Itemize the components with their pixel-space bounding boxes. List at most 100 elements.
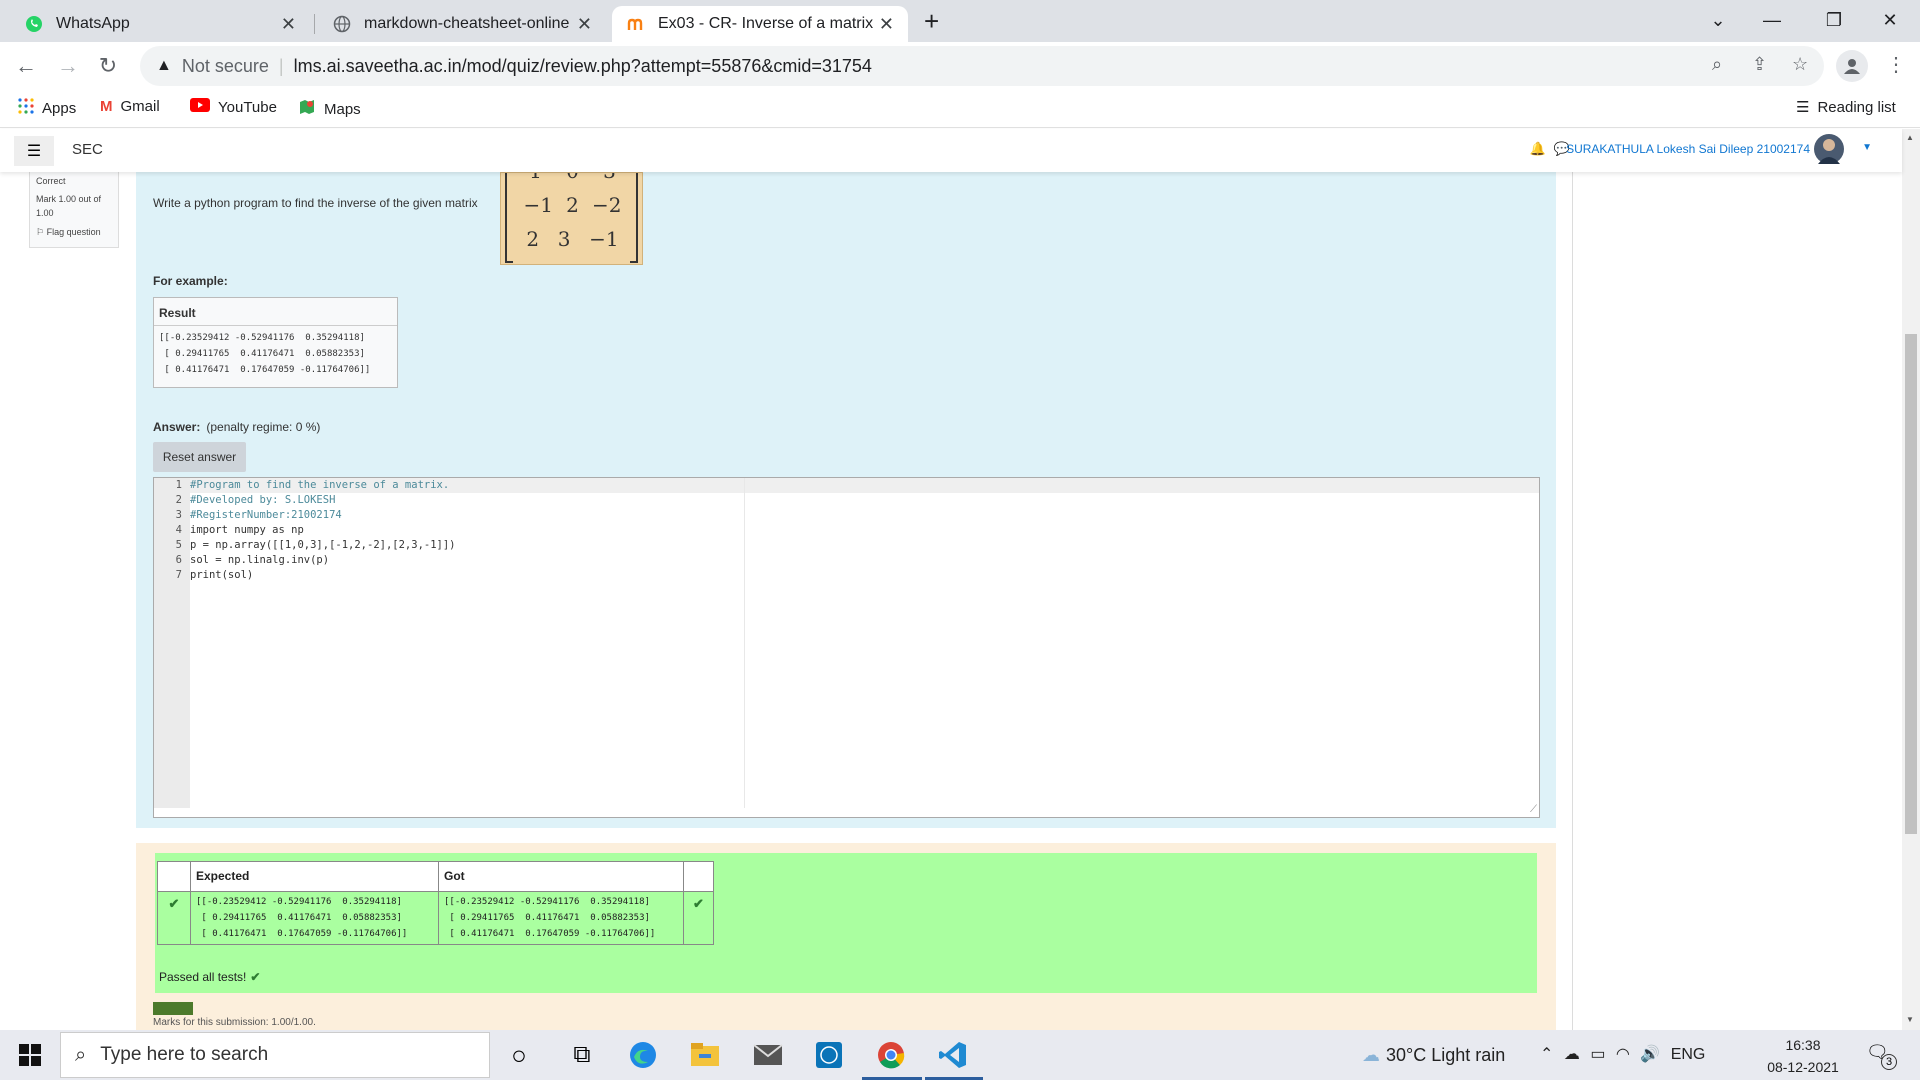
browser-tab-strip: WhatsApp ✕ markdown-cheatsheet-online ✕ … bbox=[0, 0, 1920, 42]
youtube-icon bbox=[190, 98, 210, 116]
file-explorer-icon[interactable] bbox=[688, 1038, 722, 1072]
print-margin bbox=[744, 478, 745, 808]
resize-handle-icon[interactable]: ⟋ bbox=[1530, 804, 1537, 815]
task-view-icon[interactable]: ⧉ bbox=[565, 1038, 599, 1072]
battery-icon[interactable]: ▭ bbox=[1590, 1046, 1605, 1063]
passed-text: Passed all tests! bbox=[159, 970, 247, 984]
address-bar[interactable]: ▲ Not secure | lms.ai.saveetha.ac.in/mod… bbox=[140, 46, 1824, 86]
site-name[interactable]: SEC bbox=[72, 141, 103, 158]
clock-date: 08-12-2021 bbox=[1767, 1059, 1839, 1075]
back-button[interactable]: ← bbox=[10, 50, 42, 82]
tab-quiz-active[interactable]: Ex03 - CR- Inverse of a matrix: At ✕ bbox=[612, 6, 908, 42]
answer-title: Answer: bbox=[153, 420, 201, 434]
code-line: #Program to find the inverse of a matrix… bbox=[190, 479, 450, 491]
edge-icon[interactable] bbox=[626, 1038, 660, 1072]
code-line: import numpy as np bbox=[190, 524, 304, 536]
tab-markdown[interactable]: markdown-cheatsheet-online ✕ bbox=[318, 6, 606, 42]
flag-question-link[interactable]: ⚐ Flag question bbox=[36, 225, 112, 239]
hamburger-menu-icon[interactable]: ☰ bbox=[14, 136, 54, 166]
matrix-cell: 0 bbox=[566, 173, 579, 183]
minimize-button[interactable]: — bbox=[1744, 0, 1800, 40]
search-icon: ⌕ bbox=[75, 1043, 87, 1066]
matrix-cell: 3 bbox=[557, 227, 571, 251]
code-editor[interactable]: 1 2 3 4 5 6 7 #Program to find the inver… bbox=[153, 477, 1540, 818]
page-content: Correct Mark 1.00 out of 1.00 ⚐ Flag que… bbox=[0, 172, 1902, 1030]
result-output: [[-0.23529412 -0.52941176 0.35294118] [ … bbox=[159, 333, 371, 375]
window-close-button[interactable]: ✕ bbox=[1862, 0, 1918, 40]
url-text: lms.ai.saveetha.ac.in/mod/quiz/review.ph… bbox=[293, 55, 872, 76]
wifi-icon[interactable]: ◠ bbox=[1616, 1046, 1630, 1063]
question-status: Correct bbox=[36, 176, 66, 186]
bookmarks-bar: Apps M Gmail YouTube Maps ☰ Reading list bbox=[0, 90, 1920, 128]
language-indicator[interactable]: ENG bbox=[1671, 1046, 1706, 1063]
restore-button[interactable]: ❐ bbox=[1806, 0, 1862, 40]
tab-whatsapp[interactable]: WhatsApp ✕ bbox=[10, 6, 310, 42]
line-number: 5 bbox=[175, 539, 182, 551]
reading-list-button[interactable]: ☰ Reading list bbox=[1796, 98, 1896, 117]
bookmark-apps[interactable]: Apps bbox=[18, 98, 76, 118]
matrix-cell: 2 bbox=[566, 193, 579, 217]
mail-icon[interactable] bbox=[751, 1038, 785, 1072]
scrollbar-thumb[interactable] bbox=[1905, 334, 1917, 834]
close-icon[interactable]: ✕ bbox=[879, 14, 894, 35]
page-scrollbar[interactable]: ▲ ▼ bbox=[1902, 129, 1920, 1030]
correct-badge bbox=[153, 1002, 193, 1015]
matrix-cell: 3 bbox=[603, 173, 616, 183]
search-placeholder: Type here to search bbox=[100, 1044, 269, 1065]
chevron-up-icon[interactable]: ⌃ bbox=[1540, 1046, 1553, 1063]
notification-center-icon[interactable]: 🗨 3 bbox=[1866, 1042, 1897, 1070]
system-clock[interactable]: 16:38 08-12-2021 bbox=[1764, 1034, 1842, 1078]
code-line: print(sol) bbox=[190, 569, 254, 581]
matrix-cell: −1 bbox=[589, 227, 619, 251]
maps-icon bbox=[298, 98, 316, 120]
windows-taskbar: ⌕ Type here to search ○ ⧉ ☁ 30°C Light ra… bbox=[0, 1030, 1920, 1080]
onedrive-icon[interactable]: ☁ bbox=[1564, 1046, 1580, 1063]
gmail-icon: M bbox=[100, 98, 113, 115]
matrix-cell: 2 bbox=[526, 227, 540, 251]
warning-icon: ▲ bbox=[156, 57, 172, 74]
cortana-icon[interactable]: ○ bbox=[502, 1038, 536, 1072]
code-line: p = np.array([[1,0,3],[-1,2,-2],[2,3,-1]… bbox=[190, 539, 456, 551]
dell-icon[interactable] bbox=[812, 1038, 846, 1072]
omnibox-divider: | bbox=[278, 55, 284, 76]
weather-widget[interactable]: ☁ 30°C Light rain bbox=[1362, 1045, 1505, 1066]
reset-answer-button[interactable]: Reset answer bbox=[153, 442, 246, 472]
taskbar-search-input[interactable]: ⌕ Type here to search bbox=[60, 1032, 490, 1078]
avatar[interactable] bbox=[1814, 134, 1844, 164]
vscode-icon[interactable] bbox=[936, 1038, 970, 1072]
bookmark-youtube[interactable]: YouTube bbox=[190, 98, 277, 116]
question-formulation: Write a python program to find the inver… bbox=[136, 172, 1556, 828]
share-icon[interactable]: ⇪ bbox=[1752, 54, 1767, 75]
windows-start-icon[interactable] bbox=[10, 1040, 50, 1070]
got-header: Got bbox=[438, 861, 684, 892]
reload-button[interactable]: ↻ bbox=[92, 50, 124, 82]
browser-toolbar: ← → ↻ ▲ Not secure | lms.ai.saveetha.ac.… bbox=[0, 42, 1920, 90]
close-icon[interactable]: ✕ bbox=[281, 14, 296, 35]
matrix-row: 1 0 3 bbox=[501, 173, 642, 183]
close-icon[interactable]: ✕ bbox=[577, 14, 592, 35]
browser-menu-icon[interactable]: ⋮ bbox=[1886, 52, 1906, 77]
forward-button[interactable]: → bbox=[52, 50, 84, 82]
marks-text: Marks for this submission: 1.00/1.00. bbox=[153, 1017, 316, 1028]
new-tab-button[interactable]: + bbox=[924, 6, 939, 37]
chrome-icon[interactable] bbox=[874, 1038, 908, 1072]
matrix-cell: −1 bbox=[523, 193, 554, 217]
got-output: [[-0.23529412 -0.52941176 0.35294118] [ … bbox=[444, 897, 656, 939]
volume-icon[interactable]: 🔊 bbox=[1640, 1046, 1660, 1063]
notification-bell-icon[interactable]: 🔔 bbox=[1530, 141, 1546, 157]
scroll-down-icon[interactable]: ▼ bbox=[1906, 1015, 1914, 1024]
matrix-row: −1 2 −2 bbox=[501, 193, 642, 217]
bookmark-star-icon[interactable]: ☆ bbox=[1792, 54, 1808, 75]
code-line: sol = np.linalg.inv(p) bbox=[190, 554, 330, 566]
bookmark-maps[interactable]: Maps bbox=[298, 98, 361, 120]
profile-icon[interactable] bbox=[1836, 50, 1868, 82]
tab-separator bbox=[314, 14, 315, 34]
user-menu-caret-icon[interactable]: ▼ bbox=[1862, 142, 1872, 153]
scroll-up-icon[interactable]: ▲ bbox=[1906, 133, 1914, 142]
question-info-box: Correct Mark 1.00 out of 1.00 ⚐ Flag que… bbox=[29, 172, 119, 248]
user-name[interactable]: SURAKATHULA Lokesh Sai Dileep 21002174 bbox=[1566, 142, 1810, 156]
tab-search-chevron-icon[interactable]: ⌄ bbox=[1690, 0, 1746, 40]
matrix-cell: −2 bbox=[591, 193, 622, 217]
bookmark-gmail[interactable]: M Gmail bbox=[100, 98, 160, 115]
zoom-icon[interactable]: ⌕ bbox=[1712, 54, 1722, 75]
